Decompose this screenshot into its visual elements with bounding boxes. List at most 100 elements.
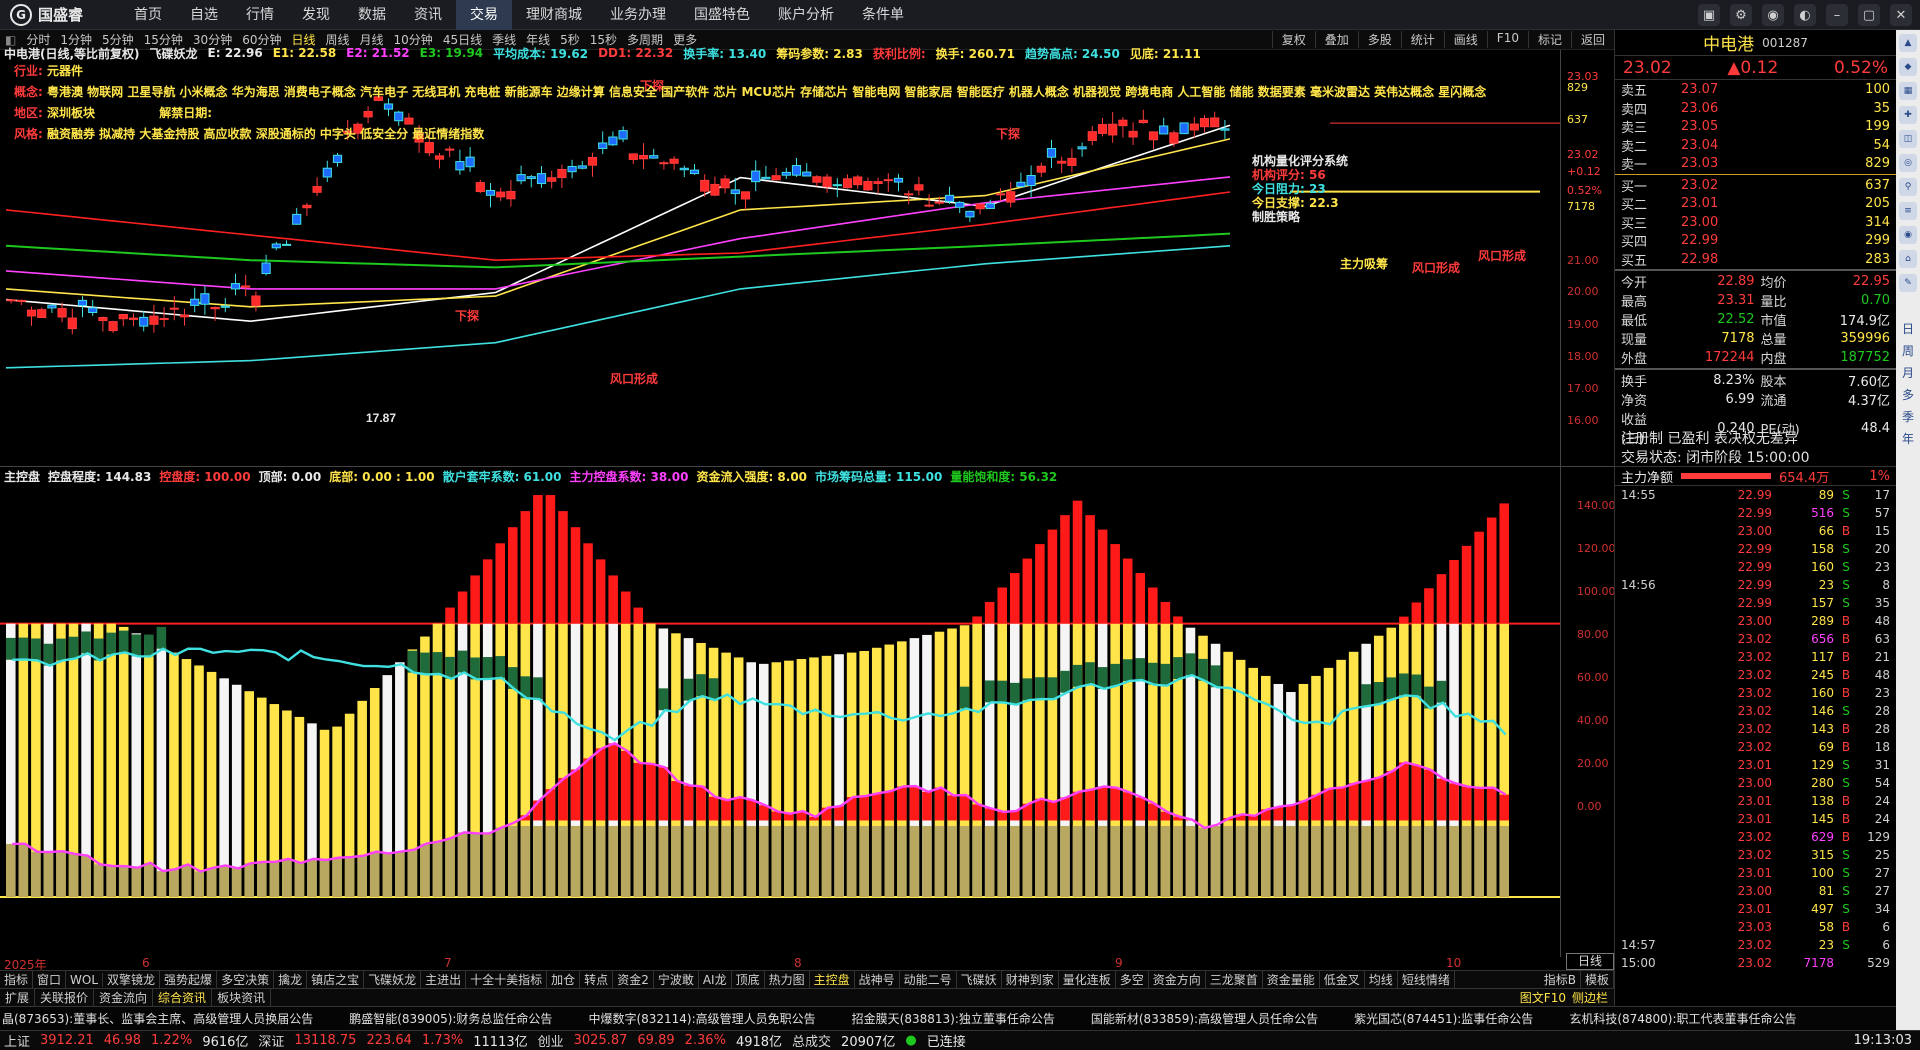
indicator-tab[interactable]: AI龙 <box>699 971 732 988</box>
info-tab[interactable]: 关联报价 <box>35 989 95 1006</box>
indicator-tab[interactable]: 擒龙 <box>274 971 308 988</box>
indicator-tab[interactable]: 财神到家 <box>1002 971 1059 988</box>
side-tool-icon-9[interactable]: ⌂ <box>1899 250 1917 268</box>
side-tool-icon-7[interactable]: ≡ <box>1899 202 1917 220</box>
indicator-tab[interactable]: 双擎镜龙 <box>103 971 161 988</box>
side-period-button[interactable]: 日 <box>1902 318 1914 340</box>
indicator-tab[interactable]: 资金2 <box>613 971 654 988</box>
info-tab[interactable]: 板块资讯 <box>212 989 272 1006</box>
skin-icon[interactable]: ◐ <box>1794 4 1816 26</box>
indicator-tab[interactable]: 强势起爆 <box>160 971 218 988</box>
period-label-box[interactable]: 日线 <box>1566 953 1614 970</box>
close-icon[interactable]: ✕ <box>1890 4 1912 26</box>
indicator-tab[interactable]: 多空 <box>1116 971 1149 988</box>
menu-item[interactable]: 行情 <box>232 0 288 30</box>
indicator-tab[interactable]: 主进出 <box>421 971 467 988</box>
side-tool-icon-6[interactable]: ⚲ <box>1899 178 1917 196</box>
side-tool-icon-4[interactable]: ◫ <box>1899 130 1917 148</box>
bids-row[interactable]: 买二 23.01 205 <box>1615 194 1896 213</box>
menu-item[interactable]: 账户分析 <box>764 0 848 30</box>
app-logo[interactable]: G 国盛睿 <box>0 3 120 26</box>
menu-item[interactable]: 国盛特色 <box>680 0 764 30</box>
side-period-button[interactable]: 年 <box>1902 428 1914 450</box>
minimize-icon[interactable]: – <box>1826 4 1848 26</box>
news-item[interactable]: 鹏盛智能(839005):财务总监任命公告 <box>349 1010 552 1027</box>
side-arrow-up-icon[interactable]: ▲ <box>1899 34 1917 52</box>
settings-icon[interactable]: ⚙ <box>1730 4 1752 26</box>
indicator-tab[interactable]: 短线情绪 <box>1398 971 1455 988</box>
side-period-button[interactable]: 周 <box>1902 340 1914 362</box>
indicator-tab[interactable]: 热力图 <box>765 971 810 988</box>
indicator-tab-right[interactable]: 模板 <box>1581 971 1614 988</box>
side-tool-icon-2[interactable]: ▦ <box>1899 82 1917 100</box>
menu-item[interactable]: 发现 <box>288 0 344 30</box>
indicator-tab[interactable]: WOL <box>66 972 104 987</box>
side-period-button[interactable]: 季 <box>1902 406 1914 428</box>
side-tool-icon-10[interactable]: ✎ <box>1899 274 1917 292</box>
menu-item[interactable]: 数据 <box>344 0 400 30</box>
bids-row[interactable]: 买五 22.98 283 <box>1615 250 1896 269</box>
asks-row[interactable]: 卖三 23.05 199 <box>1615 117 1896 136</box>
asks-row[interactable]: 卖五 23.07 100 <box>1615 80 1896 99</box>
side-tool-icon-1[interactable]: ◆ <box>1899 58 1917 76</box>
indicator-tab[interactable]: 飞碟妖龙 <box>364 971 422 988</box>
main-kline-chart[interactable]: 风口形成 风口形成 风口形成 主力吸筹 下探 下探 下探 17.87 中电港(日线,等比前复权… <box>0 46 1614 466</box>
news-item[interactable]: 招金膜天(838813):独立董事任命公告 <box>852 1010 1055 1027</box>
indicator-tab[interactable]: 量化连板 <box>1059 971 1116 988</box>
message-icon[interactable]: ▣ <box>1698 4 1720 26</box>
indicator-tab[interactable]: 均线 <box>1365 971 1398 988</box>
side-tool-icon-8[interactable]: ◉ <box>1899 226 1917 244</box>
restore-icon[interactable]: ▢ <box>1858 4 1880 26</box>
bids-row[interactable]: 买一 23.02 637 <box>1615 176 1896 195</box>
user-icon[interactable]: ◉ <box>1762 4 1784 26</box>
indicator-tab[interactable]: 宁波敢 <box>654 971 699 988</box>
news-ticker[interactable]: 晶(873653):董事长、监事会主席、高级管理人员换届公告 鹏盛智能(83900… <box>0 1006 1896 1030</box>
news-item[interactable]: 玄机科技(874800):职工代表董事任命公告 <box>1569 1010 1796 1027</box>
indicator-tab[interactable]: 多空决策 <box>217 971 275 988</box>
menu-item[interactable]: 交易 <box>456 0 512 30</box>
indicator-tab[interactable]: 动能二号 <box>900 971 957 988</box>
indicator-tab[interactable]: 资金量能 <box>1263 971 1320 988</box>
base-volume-bar <box>1223 825 1233 897</box>
asks-row[interactable]: 卖一 23.03 829 <box>1615 154 1896 173</box>
news-item[interactable]: 紫光国芯(874451):监事任命公告 <box>1354 1010 1533 1027</box>
side-period-button[interactable]: 多 <box>1902 384 1914 406</box>
news-item[interactable]: 国能新材(833859):高级管理人员任命公告 <box>1091 1010 1318 1027</box>
menu-item[interactable]: 资讯 <box>400 0 456 30</box>
side-tool-icon-5[interactable]: ◎ <box>1899 154 1917 172</box>
news-item[interactable]: 晶(873653):董事长、监事会主席、高级管理人员换届公告 <box>2 1010 313 1027</box>
indicator-tab[interactable]: 镇店之宝 <box>307 971 365 988</box>
indicator-tab[interactable]: 窗口 <box>33 971 67 988</box>
menu-item[interactable]: 首页 <box>120 0 176 30</box>
info-tab-right[interactable]: 图文F10 <box>1520 989 1566 1006</box>
indicator-tab[interactable]: 顶底 <box>732 971 765 988</box>
indicator-tab[interactable]: 十全十美指标 <box>466 971 548 988</box>
tick-list[interactable]: 14:55 22.99 89 S 17 22.99 516 S 57 23.00 66 B 15 22.9… <box>1615 486 1896 972</box>
indicator-tab[interactable]: 转点 <box>580 971 614 988</box>
side-period-button[interactable]: 月 <box>1902 362 1914 384</box>
indicator-tab[interactable]: 低金叉 <box>1320 971 1365 988</box>
indicator-tab[interactable]: 战神号 <box>855 971 900 988</box>
indicator-tab[interactable]: 主控盘 <box>810 971 855 988</box>
news-item[interactable]: 中爆数字(832114):高级管理人员免职公告 <box>588 1010 815 1027</box>
side-tool-icon-3[interactable]: ✚ <box>1899 106 1917 124</box>
info-tab[interactable]: 综合资讯 <box>153 989 213 1006</box>
asks-row[interactable]: 卖二 23.04 54 <box>1615 136 1896 155</box>
indicator-tab-right[interactable]: 指标B <box>1540 971 1581 988</box>
indicator-tab[interactable]: 加仓 <box>547 971 581 988</box>
bids-row[interactable]: 买四 22.99 299 <box>1615 231 1896 250</box>
menu-item[interactable]: 自选 <box>176 0 232 30</box>
asks-row[interactable]: 卖四 23.06 35 <box>1615 99 1896 118</box>
bids-row[interactable]: 买三 23.00 314 <box>1615 213 1896 232</box>
menu-item[interactable]: 业务办理 <box>596 0 680 30</box>
indicator-tab[interactable]: 资金方向 <box>1149 971 1206 988</box>
indicator-tab[interactable]: 指标 <box>0 971 34 988</box>
sub-indicator-chart[interactable]: 主控盘 控盘程度: 144.83 控盘度: 100.00 顶部: 0.00 底部: 0.… <box>0 466 1616 957</box>
menu-item[interactable]: 理财商城 <box>512 0 596 30</box>
indicator-tab[interactable]: 飞碟妖 <box>957 971 1002 988</box>
indicator-tab[interactable]: 三龙聚首 <box>1206 971 1263 988</box>
info-tab-right[interactable]: 侧边栏 <box>1572 989 1608 1006</box>
menu-item[interactable]: 条件单 <box>848 0 918 30</box>
info-tab[interactable]: 资金流向 <box>94 989 154 1006</box>
info-tab[interactable]: 扩展 <box>0 989 36 1006</box>
